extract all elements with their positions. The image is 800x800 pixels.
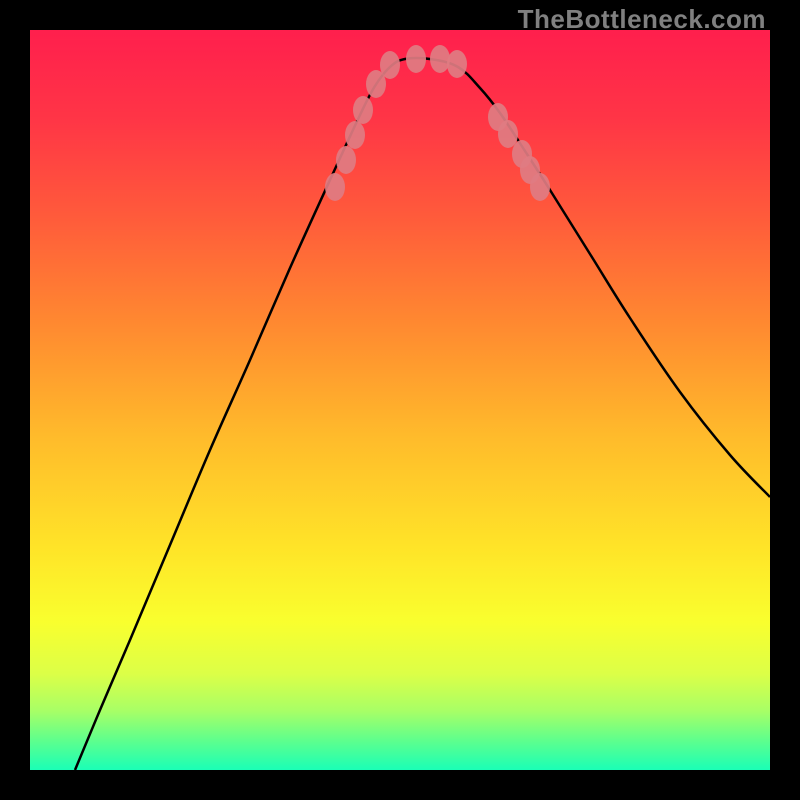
data-point (498, 120, 518, 148)
data-point (336, 146, 356, 174)
gradient-background (30, 30, 770, 770)
data-point (345, 121, 365, 149)
attribution-label: TheBottleneck.com (518, 4, 766, 35)
data-point (447, 50, 467, 78)
data-point (406, 45, 426, 73)
data-point (353, 96, 373, 124)
data-point (380, 51, 400, 79)
data-point (430, 45, 450, 73)
data-point (530, 173, 550, 201)
bottleneck-chart (30, 30, 770, 770)
data-point (325, 173, 345, 201)
chart-frame (30, 30, 770, 770)
